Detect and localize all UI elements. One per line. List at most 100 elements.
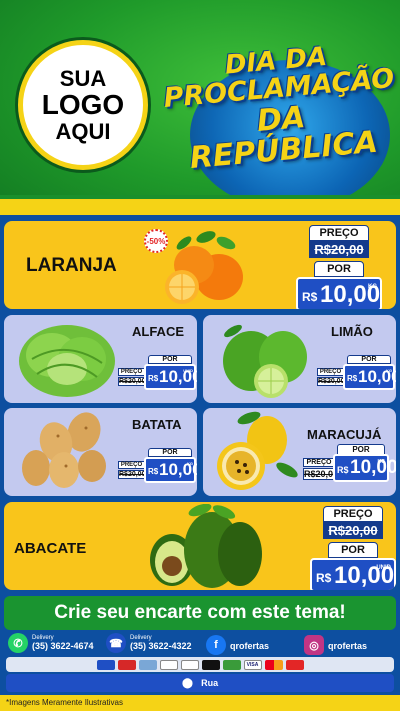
product-name: LARANJA: [26, 255, 117, 276]
product-card-abacate[interactable]: ABACATE PREÇO R$20,00 POR R$ 10,00 UNID: [4, 502, 396, 590]
new-price-box: R$ 10,00 UNID: [144, 364, 197, 390]
phone-text: Delivery (35) 3622-4322: [130, 635, 192, 651]
logo-line-1: SUA: [59, 66, 107, 92]
unit: UNID: [376, 565, 391, 571]
currency: R$: [337, 465, 349, 475]
whatsapp-icon: ✆: [8, 633, 28, 653]
price-tag: POR PREÇO R$20,00 R$ 10,00 KG: [118, 448, 197, 490]
lime-icon: [223, 324, 307, 398]
price-label: PREÇO: [118, 368, 145, 376]
price-tag: PREÇO R$20,00 POR R$ 10,00 KG: [296, 225, 382, 309]
logo-line-2: LOGO: [41, 89, 125, 121]
lettuce-icon: [19, 325, 115, 397]
price-tag: POR PREÇO R$20,00 R$ 10,00 KG: [317, 355, 396, 397]
new-price-box: R$ 10,00 KG: [343, 364, 396, 390]
price-tag: POR PREÇO R$20,00 R$ 10,00 KG: [303, 444, 396, 494]
product-card-alface[interactable]: ALFACE POR PREÇO R$20,00 R$ 10,00 UNID: [4, 315, 197, 403]
card-icon-5: [180, 659, 199, 670]
unit: KG: [368, 284, 377, 290]
phone-number: (35) 3622-4322: [130, 641, 192, 651]
price-label: PREÇO: [323, 506, 383, 522]
card-icon-1: [96, 659, 115, 670]
por-label: POR: [314, 261, 364, 277]
cta-text: Crie seu encarte com este tema!: [54, 602, 346, 623]
location-pin-icon: ⬤: [181, 677, 194, 689]
por-label: POR: [148, 448, 192, 457]
product-card-maracuja[interactable]: MARACUJÁ POR PREÇO R$20,00 R$ 10,00 KG: [203, 408, 396, 496]
facebook-text: qrofertas: [230, 636, 269, 654]
address-text: Rua: [201, 678, 219, 688]
old-price: R$20,00: [323, 522, 383, 539]
product-card-limao[interactable]: LIMÃO POR PREÇO R$20,00 R$ 10,00 KG: [203, 315, 396, 403]
price-label: PREÇO: [303, 458, 335, 467]
unit: KG: [386, 368, 392, 373]
product-name: LIMÃO: [331, 324, 373, 339]
old-price: R$20,00: [303, 468, 339, 480]
new-price-box: R$ 10,00 UNID: [310, 558, 396, 590]
new-price: 10,00: [350, 457, 396, 478]
unit: KG: [377, 459, 386, 465]
unit: KG: [187, 461, 193, 466]
price-label: PREÇO: [309, 225, 369, 241]
whatsapp-number: (35) 3622-4674: [32, 641, 94, 651]
product-name: ABACATE: [14, 540, 87, 557]
card-icon-10: [285, 659, 304, 670]
campaign-title: DIA DA PROCLAMAÇÃO DA REPÚBLICA: [160, 38, 399, 176]
currency: R$: [148, 467, 159, 476]
mastercard-icon: [264, 659, 283, 670]
por-label: POR: [328, 542, 378, 558]
currency: R$: [347, 374, 358, 383]
card-icon-2: [117, 659, 136, 670]
product-name: BATATA: [132, 417, 182, 432]
whatsapp-contact[interactable]: ✆ Delivery (35) 3622-4674: [8, 633, 94, 653]
instagram-icon: ◎: [304, 635, 324, 655]
card-icon-6: [201, 659, 220, 670]
potato-icon: [22, 412, 106, 488]
passion-fruit-icon: [217, 411, 298, 490]
facebook-handle: qrofertas: [230, 641, 270, 651]
product-card-batata[interactable]: BATATA POR PREÇO R$20,00 R$ 10,00 KG: [4, 408, 197, 496]
product-name: MARACUJÁ: [307, 427, 382, 442]
whatsapp-text: Delivery (35) 3622-4674: [32, 635, 94, 651]
old-price: R$20,00: [309, 241, 369, 258]
instagram-handle: qrofertas: [328, 641, 368, 651]
price-tag: PREÇO R$20,00 POR R$ 10,00 UNID: [310, 506, 396, 590]
phone-icon: ☎: [106, 633, 126, 653]
price-label: PREÇO: [118, 461, 145, 469]
footer-bar: *Imagens Meramente Ilustrativas: [0, 695, 400, 711]
product-name: ALFACE: [132, 324, 184, 339]
por-label: POR: [347, 355, 391, 364]
phone-contact[interactable]: ☎ Delivery (35) 3622-4322: [106, 633, 192, 653]
orange-fruit-icon: [165, 231, 243, 304]
old-price: R$20,00: [118, 377, 146, 386]
instagram-link[interactable]: ◎ qrofertas: [304, 635, 367, 655]
payment-methods: VISA: [6, 657, 394, 672]
unit: UNID: [183, 368, 193, 373]
old-price: R$20,00: [118, 470, 146, 479]
card-icon-4: [159, 659, 178, 670]
new-price-box: R$ 10,00 KG: [296, 277, 382, 309]
price-label: PREÇO: [317, 368, 344, 376]
por-label: POR: [148, 355, 192, 364]
logo-line-3: AQUI: [55, 118, 111, 144]
cta-banner[interactable]: Crie seu encarte com este tema!: [4, 596, 396, 630]
product-card-laranja[interactable]: LARANJA -50% PREÇO R$20,00 POR R$ 10,00 …: [4, 221, 396, 309]
currency: R$: [302, 290, 318, 304]
old-price: R$20,00: [317, 377, 345, 386]
address-bar[interactable]: ⬤ Rua: [6, 674, 394, 692]
facebook-icon: f: [206, 635, 226, 655]
logo-placeholder: SUA LOGO AQUI: [18, 40, 148, 170]
header-stripe: [0, 199, 400, 215]
new-price-box: R$ 10,00 KG: [144, 457, 197, 483]
card-icon-7: [222, 659, 241, 670]
footer-disclaimer: *Imagens Meramente Ilustrativas: [6, 698, 123, 707]
card-icon-3: [138, 659, 157, 670]
currency: R$: [148, 374, 159, 383]
contact-bar: ✆ Delivery (35) 3622-4674 ☎ Delivery (35…: [0, 633, 400, 657]
avocado-icon: [150, 504, 262, 588]
new-price-box: R$ 10,00 KG: [333, 454, 396, 482]
instagram-text: qrofertas: [328, 636, 367, 654]
facebook-link[interactable]: f qrofertas: [206, 635, 269, 655]
price-tag: POR PREÇO R$20,00 R$ 10,00 UNID: [118, 355, 197, 397]
currency: R$: [316, 571, 332, 585]
